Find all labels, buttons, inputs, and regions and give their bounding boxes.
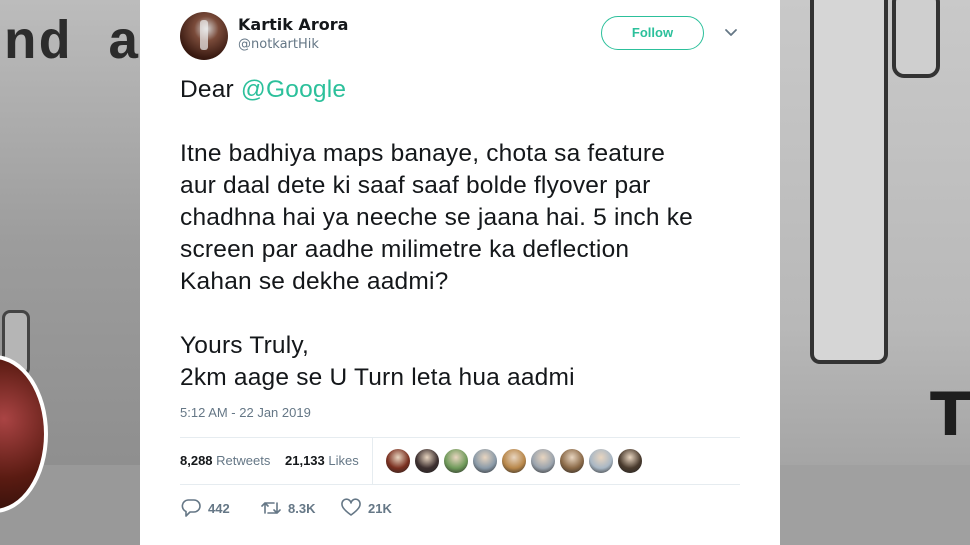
liker-avatar[interactable] <box>559 448 585 474</box>
mention-link[interactable]: @Google <box>241 76 346 103</box>
retweets-count: 8,288 <box>180 453 213 468</box>
liker-avatar[interactable] <box>530 448 556 474</box>
tweet-timestamp[interactable]: 5:12 AM - 22 Jan 2019 <box>180 405 311 420</box>
background-shape <box>810 0 888 364</box>
reply-count: 442 <box>208 501 230 516</box>
liker-avatar[interactable] <box>588 448 614 474</box>
retweet-count: 8.3K <box>288 501 316 516</box>
chevron-down-icon[interactable] <box>723 24 739 40</box>
retweets-stat[interactable]: 8,288 Retweets <box>180 453 270 468</box>
greeting-text: Dear <box>180 76 241 103</box>
background-shape <box>892 0 940 78</box>
background-right: T <box>780 0 970 545</box>
liker-avatar[interactable] <box>414 448 440 474</box>
author-handle[interactable]: @notkartHik <box>238 37 319 52</box>
liker-avatar[interactable] <box>501 448 527 474</box>
reply-icon <box>181 499 201 517</box>
tweet-greeting-line: Dear @Google <box>180 74 750 106</box>
heart-icon <box>341 498 361 516</box>
tweet-actions: 442 8.3K 21K <box>180 495 740 521</box>
tweet-body-line: Itne badhiya maps banaye, chota sa featu… <box>180 140 666 167</box>
tweet-signoff-line: 2km aage se U Turn leta hua aadmi <box>180 364 575 391</box>
tweet-card: Kartik Arora @notkartHik Follow Dear @Go… <box>140 0 780 545</box>
author-avatar[interactable] <box>180 12 228 60</box>
tweet-body-line: screen par aadhe milimetre ka deflection <box>180 236 630 263</box>
follow-button[interactable]: Follow <box>601 16 704 50</box>
liker-avatar[interactable] <box>443 448 469 474</box>
background-strip <box>780 465 970 545</box>
tweet-stats: 8,288 Retweets 21,133 Likes <box>180 438 740 484</box>
tweet-body-line: chadhna hai ya neeche se jaana hai. 5 in… <box>180 204 693 231</box>
likes-label: Likes <box>328 453 359 468</box>
tweet-body-line: Kahan se dekhe aadmi? <box>180 268 449 295</box>
liker-avatar[interactable] <box>617 448 643 474</box>
likes-count: 21,133 <box>285 453 325 468</box>
liker-avatar[interactable] <box>385 448 411 474</box>
background-left: nd a <box>0 0 140 545</box>
like-count: 21K <box>368 501 392 516</box>
retweet-icon <box>261 502 281 514</box>
liker-avatar[interactable] <box>472 448 498 474</box>
tweet-body-line: aur daal dete ki saaf saaf bolde flyover… <box>180 172 651 199</box>
background-text: T <box>930 380 970 450</box>
tweet-signoff-line: Yours Truly, <box>180 332 310 359</box>
tweet-text: Dear @Google Itne badhiya maps banaye, c… <box>180 74 750 394</box>
background-text: nd a <box>4 14 140 75</box>
retweets-label: Retweets <box>216 453 271 468</box>
divider <box>180 484 740 485</box>
author-name[interactable]: Kartik Arora <box>238 15 348 34</box>
tweet-header: Kartik Arora @notkartHik Follow <box>180 12 740 60</box>
likes-stat[interactable]: 21,133 Likes <box>285 453 359 468</box>
stats-divider <box>372 438 373 484</box>
